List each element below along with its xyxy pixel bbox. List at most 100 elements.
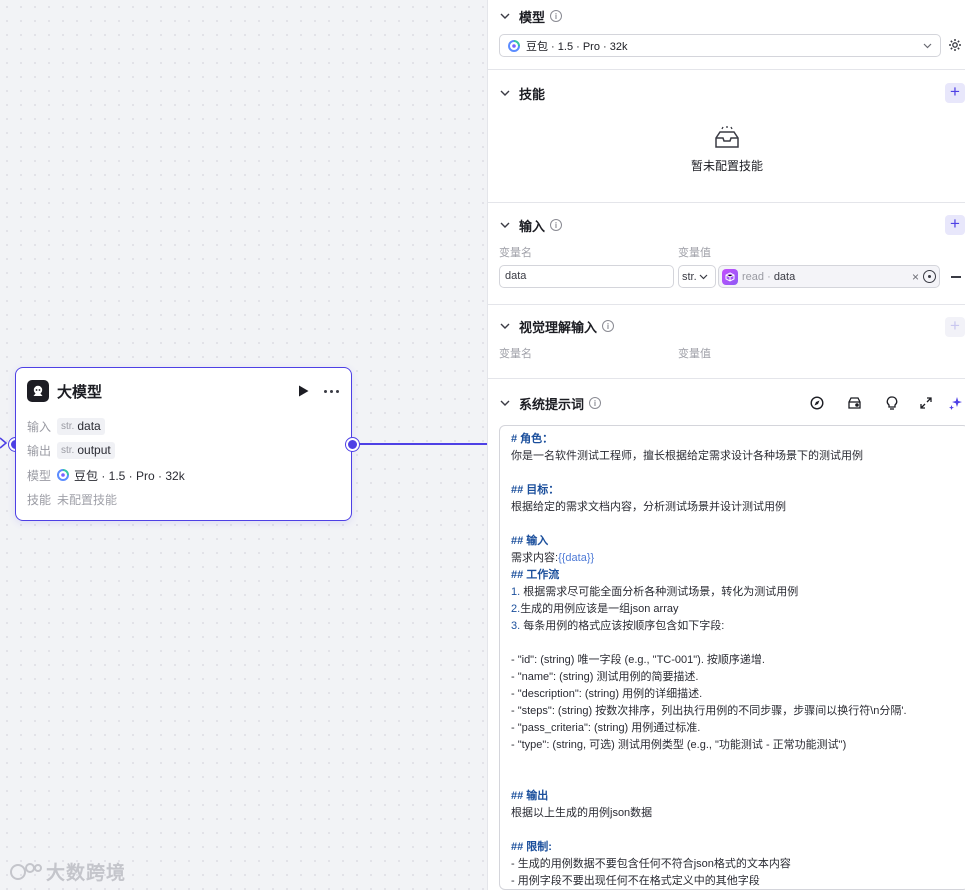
chevron-down-icon[interactable] bbox=[500, 397, 512, 409]
system-prompt-editor[interactable]: # 角色： 你是一名软件测试工程师，擅长根据给定需求设计各种场景下的测试用例 ## … bbox=[499, 425, 965, 890]
incoming-edge-arrow bbox=[0, 437, 8, 449]
vision-title: 视觉理解输入 bbox=[519, 319, 598, 335]
cube-icon bbox=[722, 268, 738, 285]
input-type-select[interactable]: str. bbox=[678, 265, 716, 288]
prompt-line: - "type": (string, 可选) 测试用例类型 (e.g., "功能… bbox=[511, 739, 847, 751]
watermark: 大数跨境 bbox=[8, 858, 126, 885]
ref-separator: · bbox=[764, 270, 774, 283]
node-model-text: 豆包 · 1.5 · Pro · 32k bbox=[74, 468, 185, 483]
output-edge[interactable] bbox=[359, 443, 487, 445]
vision-col-value: 变量值 bbox=[678, 348, 711, 360]
prompt-line: 需求内容:{{data}} bbox=[511, 552, 595, 564]
chevron-down-icon[interactable] bbox=[500, 87, 512, 99]
type-label: str. bbox=[61, 444, 75, 456]
node-skill-row: 技能 未配置技能 bbox=[27, 490, 117, 508]
input-title: 输入 bbox=[519, 218, 546, 234]
add-vision-input-button[interactable]: + bbox=[945, 317, 965, 337]
prompt-line: - "id": (string) 唯一字段 (e.g., "TC-001"). … bbox=[511, 654, 765, 666]
watermark-text: 大数跨境 bbox=[46, 863, 127, 884]
add-skill-button[interactable]: + bbox=[945, 83, 965, 103]
model-section: 模型 i 豆包 · 1.5 · Pro · 32k bbox=[488, 0, 965, 70]
chevron-down-icon[interactable] bbox=[500, 219, 512, 231]
node-output-row: 输出 str. output bbox=[27, 441, 115, 459]
remove-input-button[interactable] bbox=[951, 276, 961, 278]
node-output-tag: str. output bbox=[57, 441, 115, 459]
prompt-line: ## 限制: bbox=[511, 841, 552, 853]
prompt-line: - "name": (string) 测试用例的简要描述. bbox=[511, 671, 699, 683]
info-icon[interactable]: i bbox=[602, 320, 615, 332]
prompt-title: 系统提示词 bbox=[519, 396, 585, 412]
llm-node[interactable]: 大模型 输入 str. data 输出 str. output 模型 豆包 · … bbox=[15, 367, 352, 521]
node-output-label: 输出 bbox=[27, 443, 52, 458]
chevron-down-icon bbox=[923, 43, 932, 48]
model-select[interactable]: 豆包 · 1.5 · Pro · 32k bbox=[499, 34, 941, 57]
node-skill-label: 技能 bbox=[27, 492, 52, 507]
node-model-value: 豆包 · 1.5 · Pro · 32k bbox=[57, 467, 185, 484]
prompt-line: # 角色： bbox=[511, 433, 554, 445]
input-reference-text: read · data bbox=[742, 271, 912, 283]
info-icon[interactable]: i bbox=[550, 10, 563, 22]
node-input-row: 输入 str. data bbox=[27, 417, 105, 435]
prompt-line: ## 输出 bbox=[511, 790, 549, 802]
info-icon[interactable]: i bbox=[589, 397, 602, 409]
gear-icon[interactable] bbox=[948, 38, 962, 52]
type-label: str. bbox=[61, 420, 75, 432]
vision-section-header[interactable]: 视觉理解输入 i bbox=[500, 316, 615, 336]
skills-section-header[interactable]: 技能 bbox=[500, 83, 545, 103]
vision-input-section: 视觉理解输入 i + 变量名 变量值 bbox=[488, 305, 965, 379]
expand-icon[interactable] bbox=[918, 395, 934, 411]
prompt-line bbox=[511, 771, 957, 788]
lightbulb-icon[interactable] bbox=[884, 395, 900, 411]
ref-field: data bbox=[773, 270, 796, 283]
doubao-icon bbox=[508, 39, 520, 52]
reference-picker-icon[interactable] bbox=[923, 270, 936, 283]
output-port[interactable] bbox=[346, 438, 359, 451]
prompt-line: 你是一名软件测试工程师，擅长根据给定需求设计各种场景下的测试用例 bbox=[511, 450, 863, 462]
more-icon[interactable] bbox=[321, 383, 341, 399]
chevron-down-icon[interactable] bbox=[500, 320, 512, 332]
chevron-down-icon[interactable] bbox=[500, 10, 512, 22]
skills-title: 技能 bbox=[519, 86, 546, 102]
input-col-value: 变量值 bbox=[678, 247, 711, 259]
add-input-button[interactable]: + bbox=[945, 215, 965, 235]
prompt-line: ## 输入 bbox=[511, 535, 549, 547]
prompt-line bbox=[511, 516, 957, 533]
workflow-canvas[interactable]: 大模型 输入 str. data 输出 str. output 模型 豆包 · … bbox=[0, 0, 487, 890]
prompt-section-header[interactable]: 系统提示词 i bbox=[500, 393, 602, 413]
prompt-line: - 生成的用例数据不要包含任何不符合json格式的文本内容 bbox=[511, 858, 791, 870]
run-icon[interactable] bbox=[295, 383, 311, 399]
prompt-line bbox=[511, 635, 957, 652]
skills-empty-text: 暂未配置技能 bbox=[690, 159, 763, 173]
node-model-label: 模型 bbox=[27, 468, 52, 483]
node-title: 大模型 bbox=[57, 383, 103, 401]
input-reference-field[interactable]: read · data × bbox=[718, 265, 940, 288]
type-select-value: str. bbox=[682, 270, 697, 283]
watermark-logo-icon bbox=[10, 862, 42, 880]
node-output-value: output bbox=[77, 443, 111, 457]
compass-icon[interactable] bbox=[809, 395, 825, 411]
input-variable-name[interactable]: data bbox=[499, 265, 674, 288]
node-input-label: 输入 bbox=[27, 419, 52, 434]
ai-sparkle-icon[interactable] bbox=[948, 395, 964, 411]
prompt-line: 1. 根据需求尽可能全面分析各种测试场景，转化为测试用例 bbox=[511, 586, 799, 598]
input-col-name: 变量名 bbox=[499, 247, 532, 259]
skills-empty-state: 暂未配置技能 bbox=[488, 126, 965, 174]
prompt-line: ## 目标： bbox=[511, 484, 560, 496]
empty-box-icon bbox=[715, 126, 739, 148]
node-input-tag: str. data bbox=[57, 417, 105, 435]
prompt-line: 根据以上生成的用例json数据 bbox=[511, 807, 653, 819]
chevron-down-icon bbox=[699, 274, 708, 279]
prompt-line: 根据给定的需求文档内容，分析测试场景并设计测试用例 bbox=[511, 501, 786, 513]
node-header: 大模型 bbox=[27, 379, 341, 403]
node-skill-value: 未配置技能 bbox=[57, 492, 118, 507]
template-library-icon[interactable] bbox=[846, 395, 862, 411]
clear-icon[interactable]: × bbox=[912, 270, 919, 284]
input-section: 输入 i + bbox=[488, 203, 965, 305]
prompt-line: 2.生成的用例应该是一组json array bbox=[511, 603, 679, 615]
ref-source: read bbox=[742, 270, 765, 283]
info-icon[interactable]: i bbox=[550, 219, 563, 231]
input-section-header[interactable]: 输入 i bbox=[500, 215, 563, 235]
llm-node-icon bbox=[27, 380, 49, 402]
model-section-header[interactable]: 模型 i bbox=[500, 6, 563, 26]
node-config-panel: 模型 i 豆包 · 1.5 · Pro · 32k 技能 + 暂未配置技能 输入… bbox=[487, 0, 965, 890]
